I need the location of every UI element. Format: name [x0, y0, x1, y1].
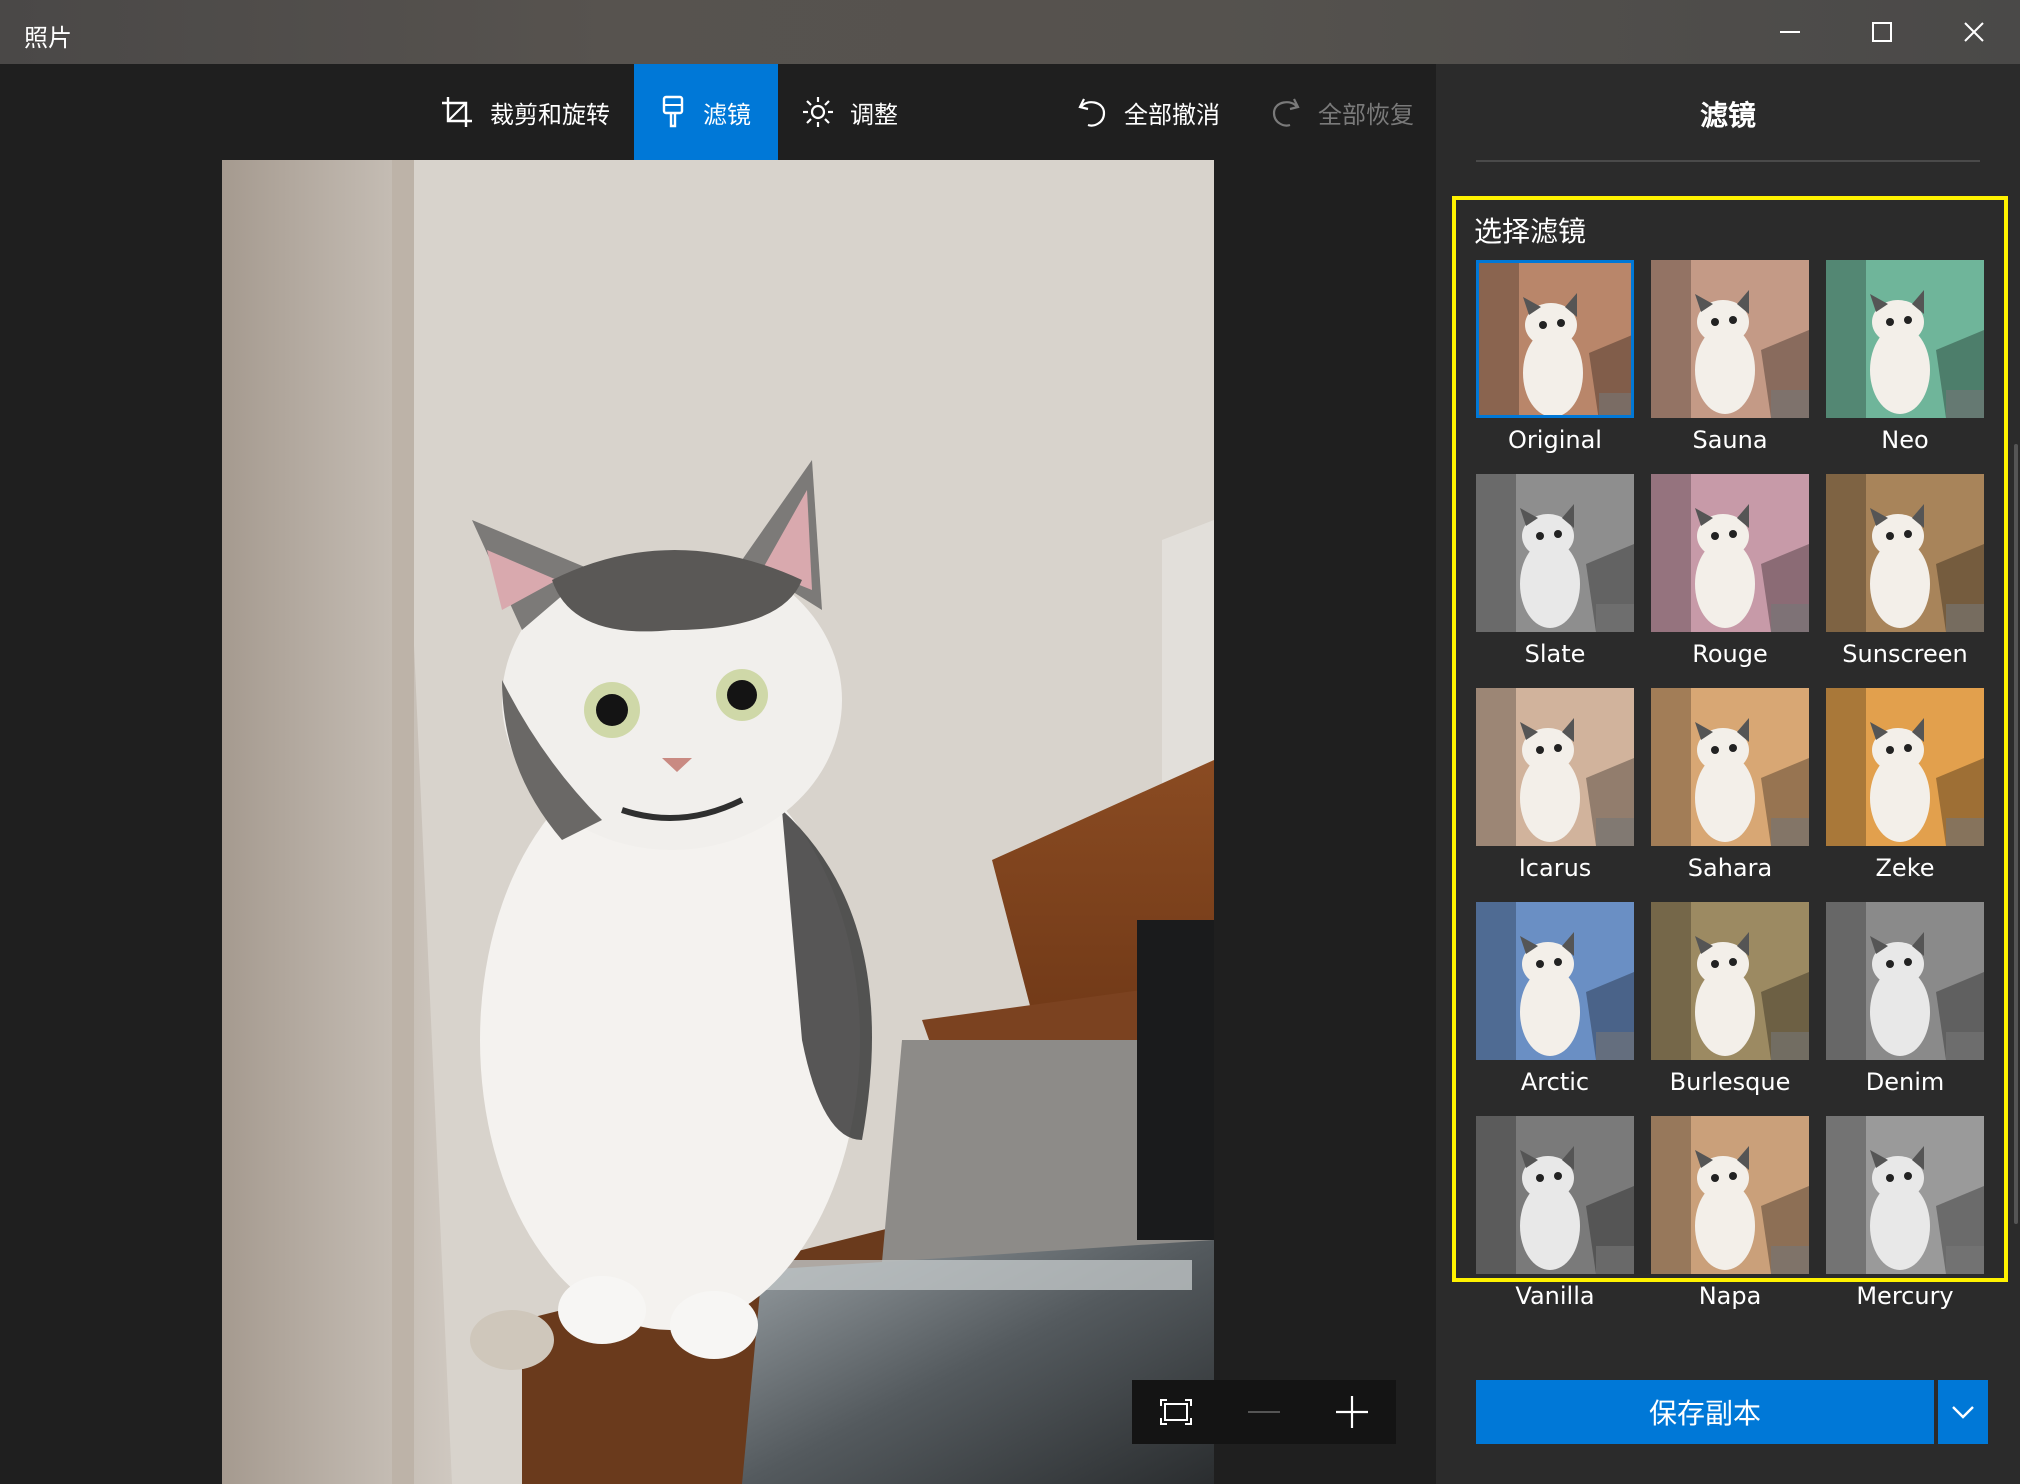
- undo-all-label: 全部撤消: [1124, 100, 1220, 129]
- filter-option-neo[interactable]: Neo: [1826, 260, 1984, 460]
- close-icon: [1964, 22, 1984, 42]
- filter-thumbnail: [1826, 260, 1984, 418]
- crop-rotate-tab[interactable]: 裁剪和旋转: [440, 64, 610, 160]
- zoom-out-button[interactable]: [1220, 1380, 1308, 1444]
- crop-rotate-label: 裁剪和旋转: [490, 100, 610, 129]
- fit-screen-icon: [1160, 1399, 1192, 1425]
- filter-option-sahara[interactable]: Sahara: [1651, 688, 1809, 888]
- redo-icon: [1270, 95, 1302, 129]
- title-bar: 照片: [0, 0, 2020, 64]
- maximize-button[interactable]: [1836, 0, 1928, 64]
- filter-heading: 选择滤镜: [1474, 215, 1587, 248]
- filter-option-sauna[interactable]: Sauna: [1651, 260, 1809, 460]
- minimize-button[interactable]: [1744, 0, 1836, 64]
- filter-option-original[interactable]: Original: [1476, 260, 1634, 460]
- filter-thumbnail: [1476, 474, 1634, 632]
- filter-thumbnail: [1826, 1116, 1984, 1274]
- filter-option-rouge[interactable]: Rouge: [1651, 474, 1809, 674]
- edit-toolbar: 裁剪和旋转 滤镜 调整 全部撤消 全部恢复: [0, 64, 1436, 160]
- filter-label: Vanilla: [1515, 1282, 1595, 1310]
- maximize-icon: [1872, 22, 1892, 42]
- filter-label: Sunscreen: [1842, 640, 1968, 668]
- undo-all-button[interactable]: 全部撤消: [1076, 64, 1220, 160]
- filter-label: Sahara: [1687, 854, 1773, 882]
- filter-option-denim[interactable]: Denim: [1826, 902, 1984, 1102]
- panel-scrollbar[interactable]: [2014, 444, 2018, 1224]
- filter-label: Slate: [1524, 640, 1586, 668]
- filter-thumbnail: [1651, 902, 1809, 1060]
- panel-title: 滤镜: [1699, 99, 1756, 132]
- undo-icon: [1076, 95, 1108, 129]
- photo-canvas: [0, 160, 1436, 1484]
- filter-label: Icarus: [1518, 854, 1592, 882]
- filter-option-slate[interactable]: Slate: [1476, 474, 1634, 674]
- plus-icon: [1336, 1396, 1368, 1428]
- panel-divider: [1476, 160, 1980, 162]
- chevron-down-icon: [1952, 1406, 1974, 1419]
- filter-option-burlesque[interactable]: Burlesque: [1651, 902, 1809, 1102]
- filter-label: Rouge: [1692, 640, 1768, 668]
- minimize-icon: [1780, 31, 1800, 33]
- filter-option-arctic[interactable]: Arctic: [1476, 902, 1634, 1102]
- filter-thumbnail: [1651, 260, 1809, 418]
- filter-label: 滤镜: [703, 100, 751, 129]
- brush-icon: [661, 95, 685, 129]
- filter-panel: 滤镜 选择滤镜 Original Sauna Neo Slate Rouge Sunscr…: [1436, 64, 2020, 1484]
- filter-tab[interactable]: 滤镜: [634, 64, 778, 160]
- filter-option-icarus[interactable]: Icarus: [1476, 688, 1634, 888]
- filter-thumbnail: [1476, 1116, 1634, 1274]
- filter-option-zeke[interactable]: Zeke: [1826, 688, 1984, 888]
- filter-label: Original: [1508, 426, 1602, 454]
- filter-thumbnail: [1826, 688, 1984, 846]
- filter-option-napa[interactable]: Napa: [1651, 1116, 1809, 1316]
- filter-label: Denim: [1865, 1068, 1945, 1096]
- fit-to-screen-button[interactable]: [1132, 1380, 1220, 1444]
- filter-option-sunscreen[interactable]: Sunscreen: [1826, 474, 1984, 674]
- save-options-button[interactable]: [1938, 1380, 1988, 1444]
- filter-label: Zeke: [1875, 854, 1935, 882]
- adjust-tab[interactable]: 调整: [802, 64, 898, 160]
- filter-thumbnail: [1476, 902, 1634, 1060]
- filter-label: Neo: [1881, 426, 1929, 454]
- filter-label: Napa: [1698, 1282, 1762, 1310]
- filter-label: Arctic: [1520, 1068, 1590, 1096]
- save-copy-label: 保存副本: [1648, 1397, 1761, 1430]
- redo-all-label: 全部恢复: [1318, 100, 1414, 129]
- filter-label: Mercury: [1856, 1282, 1954, 1310]
- minus-icon: [1248, 1411, 1280, 1413]
- filter-label: Burlesque: [1669, 1068, 1791, 1096]
- save-copy-button[interactable]: 保存副本: [1476, 1380, 1934, 1444]
- filter-label: Sauna: [1692, 426, 1768, 454]
- filter-thumbnail: [1651, 1116, 1809, 1274]
- crop-icon: [440, 95, 474, 129]
- filter-option-mercury[interactable]: Mercury: [1826, 1116, 1984, 1316]
- filter-thumbnail: [1476, 260, 1634, 418]
- app-title: 照片: [24, 24, 72, 52]
- filter-thumbnail: [1651, 688, 1809, 846]
- filter-thumbnail: [1826, 474, 1984, 632]
- filter-thumbnail: [1651, 474, 1809, 632]
- filter-thumbnail: [1476, 688, 1634, 846]
- zoom-in-button[interactable]: [1308, 1380, 1396, 1444]
- cat-photo: [222, 160, 1214, 1484]
- brightness-icon: [802, 96, 834, 128]
- filter-option-vanilla[interactable]: Vanilla: [1476, 1116, 1634, 1316]
- close-button[interactable]: [1928, 0, 2020, 64]
- redo-all-button[interactable]: 全部恢复: [1270, 64, 1414, 160]
- adjust-label: 调整: [850, 100, 898, 129]
- filter-thumbnail: [1826, 902, 1984, 1060]
- zoom-controls: [1132, 1380, 1396, 1444]
